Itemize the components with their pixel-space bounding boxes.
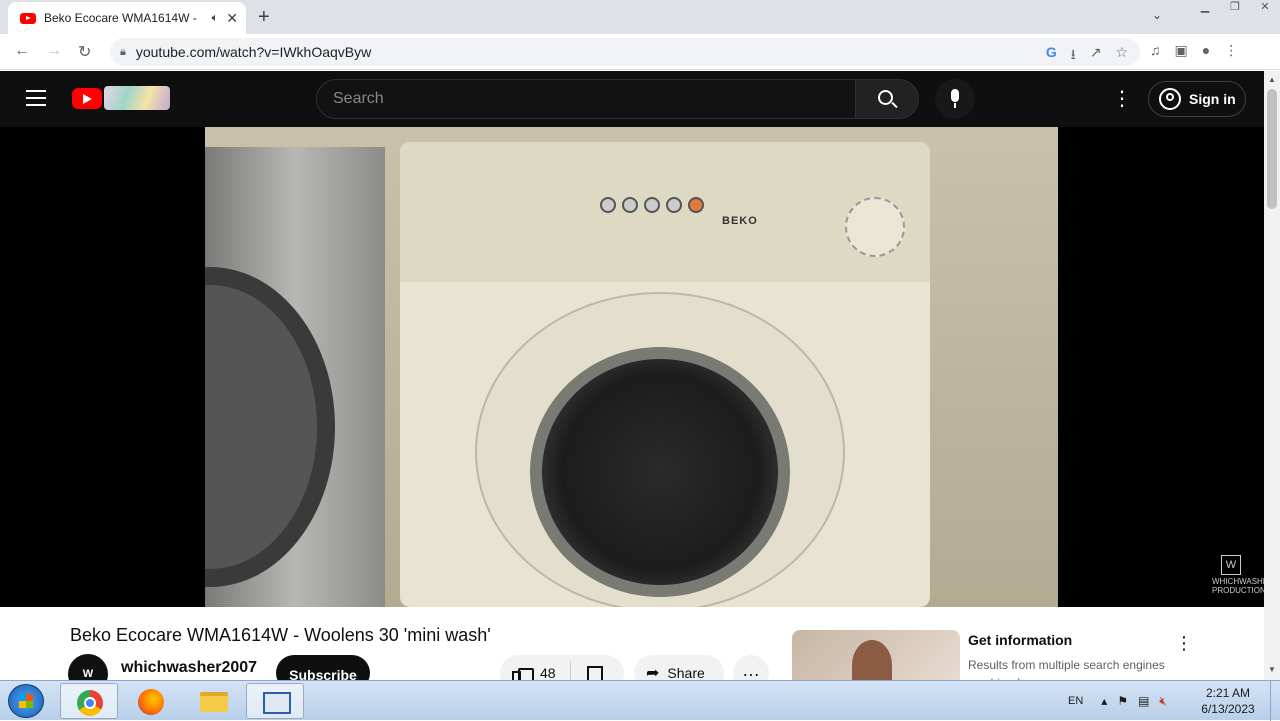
taskbar-chrome[interactable]: [60, 683, 118, 719]
channel-avatar[interactable]: W: [68, 654, 108, 680]
chrome-icon: [77, 690, 103, 716]
like-dislike-group: 48: [500, 655, 624, 680]
video-info: Beko Ecocare WMA1614W - Woolens 30 'mini…: [0, 607, 1264, 680]
media-icon[interactable]: ♫: [1150, 42, 1161, 59]
taskbar-window[interactable]: [246, 683, 304, 719]
video-title: Beko Ecocare WMA1614W - Woolens 30 'mini…: [70, 625, 491, 645]
watermark-logo-icon: W: [1221, 555, 1241, 575]
address-toolbar: ← → ↻ 🔒︎ youtube.com/watch?v=IWkhOaqvByw…: [0, 34, 1280, 70]
ad-title[interactable]: Get information: [968, 632, 1072, 648]
tab-title: Beko Ecocare WMA1614W -: [44, 11, 197, 25]
video-door-glass: [530, 347, 790, 597]
share-arrow-icon: ➦: [646, 665, 660, 680]
omnibox-actions: G ⭳ ↗ ☆: [1046, 44, 1128, 68]
window-controls: ▁ ❐ ✕: [1190, 0, 1280, 18]
youtube-doodle[interactable]: [104, 86, 170, 110]
video-dial: [845, 197, 905, 257]
youtube-favicon-icon: [20, 12, 36, 24]
minimize-icon[interactable]: ▁: [1190, 0, 1220, 18]
forward-icon[interactable]: →: [46, 42, 62, 60]
browser-tabbar: Beko Ecocare WMA1614W - 🔈︎ ✕ + ⌄ ▁ ❐ ✕: [0, 0, 1280, 34]
youtube-logo-icon[interactable]: [72, 88, 102, 109]
window-app-icon: [263, 692, 291, 714]
dislike-icon[interactable]: [585, 664, 605, 680]
lock-icon[interactable]: 🔒︎: [120, 46, 126, 59]
video-frame[interactable]: BEKO: [205, 127, 1058, 607]
toolbar-actions: ♫ ▣ ● ⋮: [1150, 42, 1238, 59]
more-actions-button[interactable]: …: [733, 655, 769, 680]
tray-expand-icon[interactable]: ▴: [1101, 694, 1107, 708]
clock-date: 6/13/2023: [1201, 702, 1255, 716]
video-brand-text: BEKO: [722, 215, 758, 227]
ad-more-icon[interactable]: ⋮: [1175, 633, 1193, 654]
channel-watermark[interactable]: W WHICHWASHER PRODUCTIONS: [1212, 555, 1264, 595]
watermark-text: WHICHWASHER PRODUCTIONS: [1212, 577, 1264, 595]
back-icon[interactable]: ←: [14, 42, 30, 60]
scroll-thumb[interactable]: [1267, 89, 1277, 209]
start-button-icon[interactable]: [8, 684, 44, 718]
side-panel-icon[interactable]: ▣: [1175, 42, 1188, 59]
windows-taskbar: EN ▴ ⚑ ▤ 🔇︎ 2:21 AM 6/13/2023: [0, 680, 1280, 721]
show-desktop-button[interactable]: [1270, 681, 1280, 721]
volume-muted-icon[interactable]: 🔇︎: [1159, 694, 1167, 709]
restore-icon[interactable]: ❐: [1220, 0, 1250, 18]
mic-icon[interactable]: [935, 79, 975, 119]
profile-icon[interactable]: ●: [1202, 42, 1210, 59]
new-tab-icon[interactable]: +: [258, 6, 270, 29]
more-options-icon[interactable]: ⋮: [1112, 87, 1132, 111]
page-scrollbar[interactable]: ▲ ▼: [1264, 71, 1280, 680]
menu-icon[interactable]: ⋮: [1224, 42, 1238, 59]
scroll-down-icon[interactable]: ▼: [1268, 665, 1276, 674]
share-icon[interactable]: ↗: [1090, 44, 1102, 68]
url-text[interactable]: youtube.com/watch?v=IWkhOaqvByw: [136, 44, 371, 60]
audio-icon[interactable]: 🔈︎: [212, 12, 219, 25]
omnibox[interactable]: 🔒︎ youtube.com/watch?v=IWkhOaqvByw G ⭳ ↗…: [110, 38, 1140, 66]
ad-thumbnail[interactable]: [792, 630, 960, 680]
subscribe-button[interactable]: Subscribe: [276, 655, 370, 680]
sign-in-button[interactable]: Sign in: [1148, 81, 1246, 117]
like-count[interactable]: 48: [540, 665, 556, 680]
youtube-page: ⋮ Sign in BEKO W WHICHWASHER PRODUCTIONS…: [0, 71, 1264, 680]
share-label: Share: [667, 665, 705, 680]
folder-icon: [200, 692, 228, 712]
sign-in-label: Sign in: [1189, 91, 1236, 107]
video-machine-buttons: [600, 197, 704, 213]
like-divider: [569, 661, 571, 680]
firefox-icon: [138, 689, 164, 715]
channel-name[interactable]: whichwasher2007: [121, 659, 257, 677]
search-icon: [878, 90, 893, 105]
system-tray: EN ▴ ⚑ ▤ 🔇︎: [1068, 681, 1177, 721]
reload-icon[interactable]: ↻: [78, 42, 91, 62]
language-indicator[interactable]: EN: [1068, 695, 1083, 707]
clock[interactable]: 2:21 AM 6/13/2023: [1196, 685, 1260, 717]
network-icon[interactable]: ▤: [1138, 694, 1149, 708]
search-button[interactable]: [855, 79, 919, 119]
star-icon[interactable]: ☆: [1115, 44, 1128, 68]
install-icon[interactable]: ⭳: [1071, 44, 1076, 68]
clock-time: 2:21 AM: [1205, 686, 1251, 700]
scroll-up-icon[interactable]: ▲: [1268, 75, 1276, 84]
close-icon[interactable]: ✕: [226, 10, 238, 27]
share-button[interactable]: ➦ Share: [634, 655, 724, 680]
ad-description: Results from multiple search engines com…: [968, 658, 1165, 680]
like-icon[interactable]: [512, 664, 534, 680]
search-box[interactable]: [316, 79, 856, 119]
taskbar-firefox[interactable]: [122, 683, 180, 719]
video-player[interactable]: BEKO W WHICHWASHER PRODUCTIONS: [0, 127, 1264, 607]
browser-tab[interactable]: Beko Ecocare WMA1614W - 🔈︎ ✕: [8, 2, 246, 34]
chevron-down-icon[interactable]: ⌄: [1152, 8, 1162, 22]
google-icon[interactable]: G: [1046, 44, 1057, 68]
search-input[interactable]: [333, 90, 855, 108]
hamburger-menu-icon[interactable]: [26, 90, 46, 106]
window-close-icon[interactable]: ✕: [1250, 0, 1280, 18]
flag-icon[interactable]: ⚑: [1117, 694, 1128, 708]
taskbar-explorer[interactable]: [184, 683, 242, 719]
youtube-header: ⋮ Sign in: [0, 71, 1264, 127]
account-icon: [1159, 88, 1181, 110]
